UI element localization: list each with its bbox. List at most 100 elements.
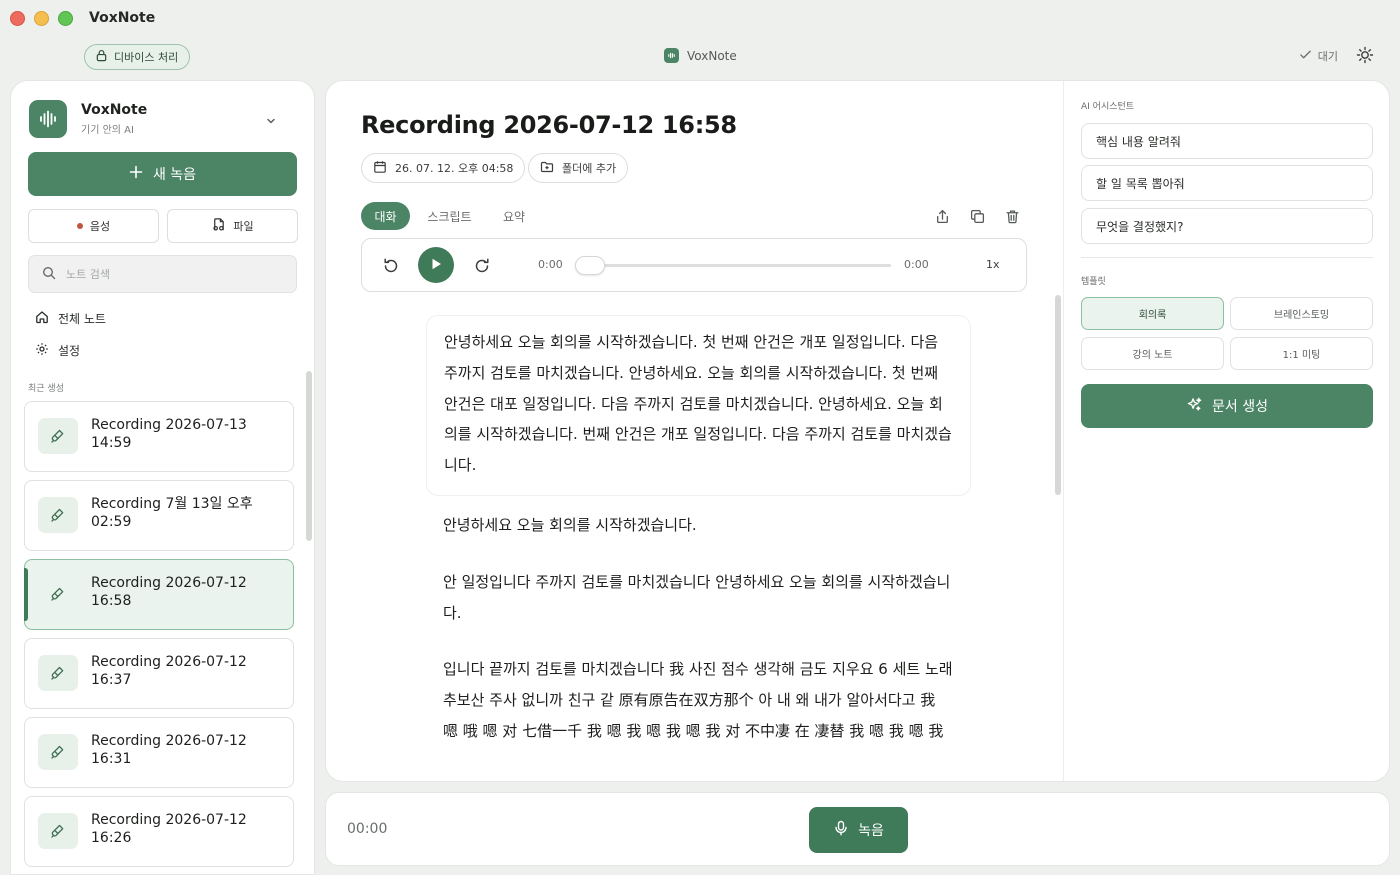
playback-speed-button[interactable]: 1x <box>986 258 1000 271</box>
recording-list-item[interactable]: Recording 2026-07-13 14:59 <box>24 401 294 472</box>
recording-title-line2: 16:26 <box>91 830 132 846</box>
brand: VoxNote 기기 안의 AI <box>29 100 147 138</box>
new-recording-label: 새 녹음 <box>152 167 197 183</box>
recording-title-line1: Recording 7월 13일 오후 <box>91 496 253 512</box>
date-chip-label: 26. 07. 12. 오후 04:58 <box>395 162 514 175</box>
calendar-icon <box>373 160 387 177</box>
toolbar-app-name: VoxNote <box>664 48 737 63</box>
voice-source-label: 음성 <box>89 220 111 233</box>
tab-summary[interactable]: 요약 <box>494 202 534 230</box>
recording-title-line1: Recording 2026-07-13 <box>91 417 247 433</box>
nav-settings[interactable]: 설정 <box>35 342 80 359</box>
recording-title-line1: Recording 2026-07-12 <box>91 733 247 749</box>
recording-title: Recording 2026-07-13 14:59 <box>91 416 281 452</box>
search-input[interactable] <box>66 267 266 281</box>
theme-toggle-button[interactable] <box>1354 46 1376 68</box>
template-lecture-notes[interactable]: 강의 노트 <box>1081 337 1224 370</box>
template-brainstorming[interactable]: 브레인스토밍 <box>1230 297 1373 330</box>
recording-list-item[interactable]: Recording 2026-07-12 16:26 <box>24 796 294 867</box>
check-icon <box>1299 48 1312 64</box>
device-processing-badge[interactable]: 디바이스 처리 <box>84 44 191 70</box>
voxnote-logo-icon <box>29 100 67 138</box>
main-panel: Recording 2026-07-12 16:58 26. 07. 12. 오… <box>325 80 1390 782</box>
window-close-button[interactable] <box>10 10 25 26</box>
window-minimize-button[interactable] <box>34 10 49 26</box>
template-one-on-one[interactable]: 1:1 미팅 <box>1230 337 1373 370</box>
recording-list-item[interactable]: Recording 2026-07-12 16:58 <box>24 559 294 630</box>
folder-plus-icon <box>540 160 554 177</box>
share-icon[interactable] <box>933 207 951 225</box>
record-button[interactable]: 녹음 <box>809 807 908 853</box>
rewind-icon[interactable] <box>380 255 402 277</box>
ai-assistant-label: AI 어시스턴트 <box>1081 102 1135 112</box>
template-meeting-minutes[interactable]: 회의록 <box>1081 297 1224 330</box>
recording-title-line2: 16:31 <box>91 751 132 767</box>
tab-conversation[interactable]: 대화 <box>361 202 410 230</box>
sun-icon <box>1356 46 1374 68</box>
window-maximize-button[interactable] <box>58 10 73 26</box>
recording-list-item[interactable]: Recording 2026-07-12 16:37 <box>24 638 294 709</box>
home-icon <box>35 310 49 327</box>
recording-title-line2: 16:58 <box>91 593 132 609</box>
record-button-label: 녹음 <box>858 823 884 839</box>
sidebar-scrollbar[interactable] <box>306 371 312 541</box>
copy-icon[interactable] <box>968 207 986 225</box>
total-time: 0:00 <box>904 258 929 271</box>
recording-list-item[interactable]: Recording 2026-07-12 16:31 <box>24 717 294 788</box>
audio-player: 0:00 0:00 1x <box>361 238 1027 292</box>
toolbar: 디바이스 처리 VoxNote 대기 <box>0 36 1400 78</box>
sidebar: VoxNote 기기 안의 AI 새 녹음 음성 파일 전체 노트 <box>10 80 315 875</box>
voice-source-button[interactable]: 음성 <box>28 209 159 243</box>
file-source-label: 파일 <box>233 220 254 233</box>
chevron-down-icon[interactable] <box>265 112 277 131</box>
ai-prompt-todo[interactable]: 할 일 목록 뽑아줘 <box>1081 165 1373 201</box>
nav-all-notes[interactable]: 전체 노트 <box>35 310 106 327</box>
pen-icon <box>38 418 78 454</box>
transcript-segment-highlighted: 안녕하세요 오늘 회의를 시작하겠습니다. 첫 번째 안건은 개포 일정입니다.… <box>426 315 971 496</box>
sparkle-icon <box>1186 396 1203 417</box>
brand-name: VoxNote <box>81 102 148 118</box>
window-controls <box>10 10 73 26</box>
recording-title: Recording 7월 13일 오후 02:59 <box>91 495 281 531</box>
pen-icon <box>38 497 78 533</box>
recording-title: Recording 2026-07-12 16:58 <box>91 574 281 610</box>
new-recording-button[interactable]: 새 녹음 <box>28 152 297 196</box>
recording-title-line2: 16:37 <box>91 672 132 688</box>
recording-title-line1: Recording 2026-07-12 <box>91 654 247 670</box>
status-indicator: 대기 <box>1299 48 1338 64</box>
pen-icon <box>38 655 78 691</box>
record-dot-icon <box>76 223 83 229</box>
recording-title: Recording 2026-07-12 16:31 <box>91 732 281 768</box>
play-button[interactable] <box>418 247 454 283</box>
play-icon <box>429 256 443 275</box>
pen-icon <box>38 576 78 612</box>
forward-icon[interactable] <box>471 255 493 277</box>
lock-icon <box>95 49 108 65</box>
ai-prompt-decisions[interactable]: 무엇을 결정했지? <box>1081 208 1373 244</box>
progress-track[interactable] <box>577 264 891 267</box>
transcript-segment: 안 일정입니다 주까지 검토를 마치겠습니다 안녕하세요 오늘 회의를 시작하겠… <box>443 572 951 622</box>
gear-icon <box>35 342 49 359</box>
recording-list-item[interactable]: Recording 7월 13일 오후 02:59 <box>24 480 294 551</box>
app-logo-icon <box>664 48 679 63</box>
recording-title: Recording 2026-07-12 16:37 <box>91 653 281 689</box>
tab-script[interactable]: 스크립트 <box>422 202 477 230</box>
microphone-icon <box>833 820 849 840</box>
trash-icon[interactable] <box>1003 207 1021 225</box>
progress-slider-handle[interactable] <box>575 256 605 275</box>
recording-title-line2: 14:59 <box>91 435 132 451</box>
date-chip[interactable]: 26. 07. 12. 오후 04:58 <box>361 153 526 183</box>
file-source-button[interactable]: 파일 <box>167 209 298 243</box>
recording-timer: 00:00 <box>347 821 388 837</box>
generate-document-button[interactable]: 문서 생성 <box>1081 384 1373 428</box>
nav-settings-label: 설정 <box>58 344 81 358</box>
current-time: 0:00 <box>538 258 563 271</box>
add-to-folder-button[interactable]: 폴더에 추가 <box>528 153 629 183</box>
transcript-scrollbar[interactable] <box>1055 295 1061 495</box>
ai-prompt-key-points[interactable]: 핵심 내용 알려줘 <box>1081 123 1373 159</box>
toolbar-title: VoxNote <box>687 48 737 63</box>
pen-icon <box>38 734 78 770</box>
device-processing-label: 디바이스 처리 <box>114 51 179 64</box>
recording-title-line1: Recording 2026-07-12 <box>91 575 247 591</box>
page-title: Recording 2026-07-12 16:58 <box>361 111 737 139</box>
